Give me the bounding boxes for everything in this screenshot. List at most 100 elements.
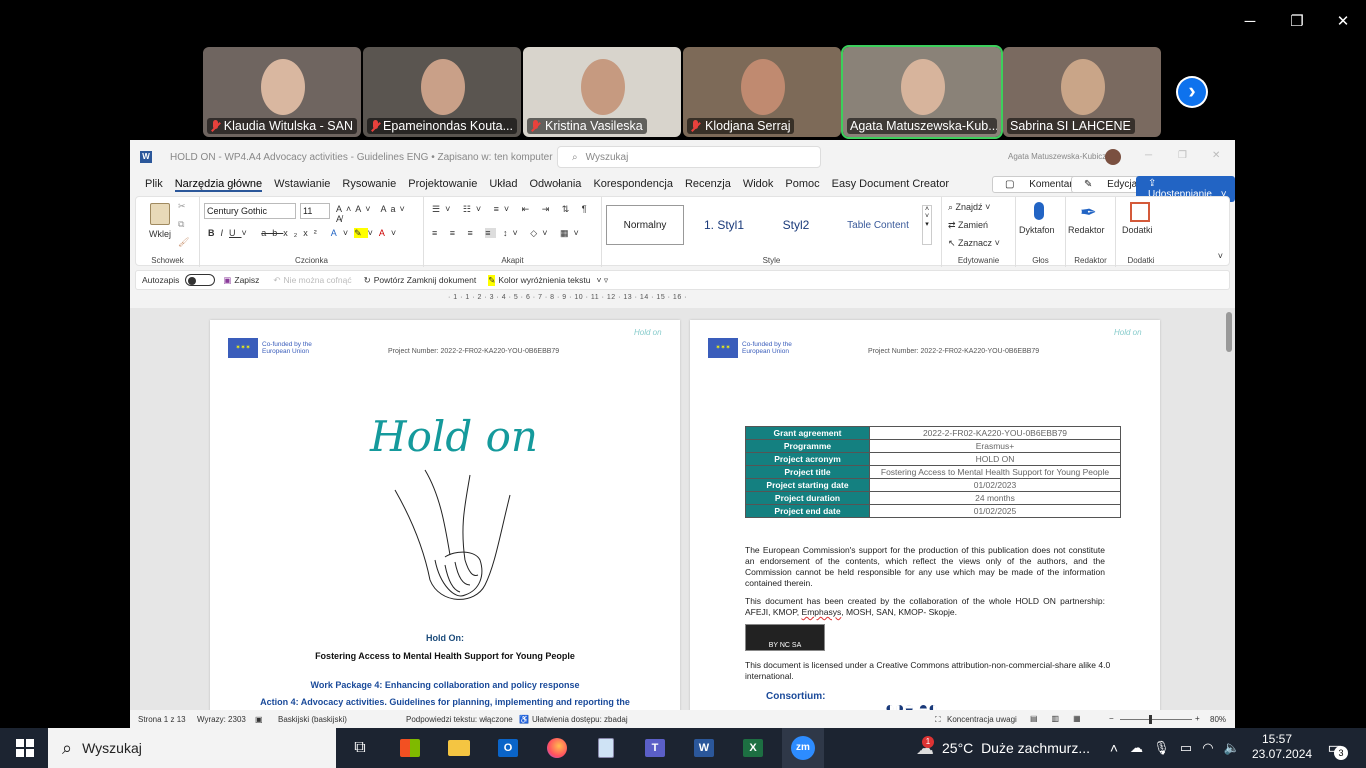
save-button[interactable]: Zapisz — [234, 275, 259, 285]
battery-icon[interactable]: ▭ — [1180, 740, 1192, 756]
paste-icon[interactable] — [150, 203, 170, 225]
notepad-icon[interactable] — [593, 728, 619, 768]
task-view-icon[interactable]: ⧉ — [347, 728, 373, 768]
table-row: Project acronym HOLD ON — [745, 452, 1121, 466]
language[interactable]: Baskijski (baskijski) — [278, 715, 347, 724]
store-icon[interactable] — [397, 728, 423, 768]
windows-start-icon[interactable] — [10, 728, 40, 768]
word-taskbar-icon[interactable]: W — [691, 728, 717, 768]
focus-icon: ⛶ — [935, 715, 941, 724]
onedrive-icon[interactable]: ☁ — [1130, 740, 1143, 756]
win-minimize-icon[interactable]: ─ — [1145, 150, 1152, 161]
file-explorer-icon[interactable] — [446, 728, 472, 768]
alignment-buttons[interactable]: ≡ ≡ ≡ ≡ ↕˅ ◇˅ ▦˅ — [432, 228, 584, 239]
microphone-icon[interactable]: 🎙 — [1153, 740, 1170, 756]
highlight-color-button[interactable]: Kolor wyróżnienia tekstu — [498, 275, 590, 285]
search-box[interactable]: ⌕ Wyszukaj — [557, 146, 821, 168]
font-grow-shrink-icons[interactable]: A˄A˅ Aa˅ A̸ — [336, 204, 423, 224]
restore-button[interactable]: ❐ — [1277, 8, 1317, 34]
page-count[interactable]: Strona 1 z 13 — [138, 715, 186, 724]
document-canvas[interactable]: ✶✶✶ Co-funded by the European Union Proj… — [130, 308, 1235, 710]
avatar[interactable] — [1105, 149, 1121, 165]
weather-cloud-icon[interactable]: ☁ — [910, 728, 940, 768]
participant-tile[interactable]: Agata Matuszewska-Kub... — [841, 45, 1003, 139]
tab-0[interactable]: Plik — [145, 178, 163, 192]
customize-qat-icon[interactable]: ˅ ▿ — [597, 275, 609, 286]
autosave-toggle[interactable] — [185, 274, 216, 286]
addins-icon[interactable] — [1130, 202, 1150, 222]
redo-button[interactable]: Powtórz Zamknij dokument — [374, 275, 477, 285]
excel-icon[interactable]: X — [740, 728, 766, 768]
word-count[interactable]: Wyrazy: 2303 — [197, 715, 246, 724]
tab-10[interactable]: Pomoc — [785, 178, 819, 192]
view-buttons[interactable]: ▤▥▦ — [1030, 714, 1095, 723]
tab-5[interactable]: Układ — [489, 178, 517, 192]
tab-8[interactable]: Recenzja — [685, 178, 731, 192]
zoom-level[interactable]: 80% — [1210, 715, 1226, 724]
tray-chevron-icon[interactable]: ˄ — [1104, 728, 1124, 768]
style-styl2[interactable]: Styl2 — [762, 205, 830, 245]
proofing-icon[interactable]: ▣ — [255, 715, 263, 724]
participant-name-text: Kristina Vasileska — [545, 119, 643, 133]
list-buttons[interactable]: ☰˅ ☷˅ ≡˅ ⇤ ⇥ ⇅ ¶ — [432, 204, 592, 215]
copy-icon[interactable]: ⧉ — [178, 219, 184, 230]
win-close-icon[interactable]: ✕ — [1212, 150, 1220, 161]
zoom-out-icon[interactable]: − — [1109, 714, 1114, 723]
ribbon-collapse-icon[interactable]: ˅ — [1218, 251, 1223, 261]
next-page-button[interactable]: › — [1176, 76, 1208, 108]
participant-tile[interactable]: Klodjana Serraj — [683, 47, 841, 137]
font-size-select[interactable]: 11 — [300, 203, 330, 219]
format-painter-icon[interactable]: 🖌 — [178, 237, 189, 248]
zoom-slider[interactable] — [1120, 715, 1192, 724]
ruler[interactable]: · 1 · 1 · 2 · 3 · 4 · 5 · 6 · 7 · 8 · 9 … — [448, 294, 687, 301]
format-buttons[interactable]: BIU˅ abx₂x² A˅✎˅A˅ — [208, 228, 402, 239]
clock[interactable]: 15:57 23.07.2024 — [1252, 732, 1312, 762]
close-button[interactable]: ✕ — [1323, 8, 1363, 34]
microphone-icon[interactable] — [1034, 202, 1044, 220]
outlook-icon[interactable]: O — [495, 728, 521, 768]
zoom-in-icon[interactable]: + — [1195, 714, 1200, 723]
participant-tile[interactable]: Sabrina SI LAHCENE — [1003, 47, 1161, 137]
firefox-icon[interactable] — [544, 728, 570, 768]
addins-button[interactable]: Dodatki — [1122, 225, 1153, 235]
misspelled-word[interactable]: Emphasys — [802, 607, 842, 617]
participant-tile[interactable]: Epameinondas Kouta... — [363, 47, 521, 137]
weather-widget[interactable]: 25°C Duże zachmurz... — [942, 728, 1092, 768]
find-button[interactable]: ⌕ Znajdź ˅ — [948, 202, 990, 213]
tab-6[interactable]: Odwołania — [529, 178, 581, 192]
tab-11[interactable]: Easy Document Creator — [832, 178, 949, 192]
accessibility-check[interactable]: Ułatwienia dostępu: zbadaj — [532, 715, 628, 724]
tab-4[interactable]: Projektowanie — [408, 178, 477, 192]
tab-3[interactable]: Rysowanie — [342, 178, 396, 192]
tab-7[interactable]: Korespondencja — [593, 178, 673, 192]
tab-2[interactable]: Wstawianie — [274, 178, 330, 192]
win-restore-icon[interactable]: ❐ — [1178, 150, 1187, 161]
cut-icon[interactable]: ✂ — [178, 201, 186, 212]
select-button[interactable]: ↖ Zaznacz ˅ — [948, 238, 1000, 249]
taskbar-search[interactable]: ⌕ Wyszukaj — [48, 728, 336, 768]
minimize-button[interactable]: ─ — [1230, 8, 1270, 34]
focus-mode[interactable]: Koncentracja uwagi — [947, 715, 1017, 724]
teams-icon[interactable]: T — [642, 728, 668, 768]
wifi-icon[interactable]: ◠ — [1202, 740, 1213, 756]
vertical-scrollbar[interactable] — [1226, 312, 1232, 352]
participant-tile[interactable]: Klaudia Witulska - SAN — [203, 47, 361, 137]
style-table-content[interactable]: Table Content — [838, 205, 918, 245]
participant-tile[interactable]: Kristina Vasileska — [523, 47, 681, 137]
zoom-app-icon[interactable]: zm — [782, 728, 824, 768]
editor-pen-icon[interactable]: ✒ — [1080, 200, 1097, 225]
tab-9[interactable]: Widok — [743, 178, 774, 192]
text-predictions[interactable]: Podpowiedzi tekstu: włączone — [406, 715, 513, 724]
voice-group: Dyktafon Głos — [1016, 197, 1066, 267]
font-name-select[interactable]: Century Gothic — [204, 203, 296, 219]
styles-gallery-scroll[interactable]: ˄ ˅ ▾ — [922, 205, 932, 245]
undo-button[interactable]: Nie można cofnąć — [284, 275, 352, 285]
volume-icon[interactable]: 🔈 — [1224, 740, 1240, 756]
tab-1[interactable]: Narzędzia główne — [174, 178, 263, 192]
style-normal[interactable]: Normalny — [606, 205, 684, 245]
replace-button[interactable]: ⇄ Zamień — [948, 220, 988, 231]
dictate-button[interactable]: Dyktafon — [1019, 225, 1055, 235]
paste-button[interactable]: Wklej — [149, 229, 171, 239]
style-styl1[interactable]: 1. Styl1 — [690, 205, 758, 245]
editor-button[interactable]: Redaktor — [1068, 225, 1105, 235]
